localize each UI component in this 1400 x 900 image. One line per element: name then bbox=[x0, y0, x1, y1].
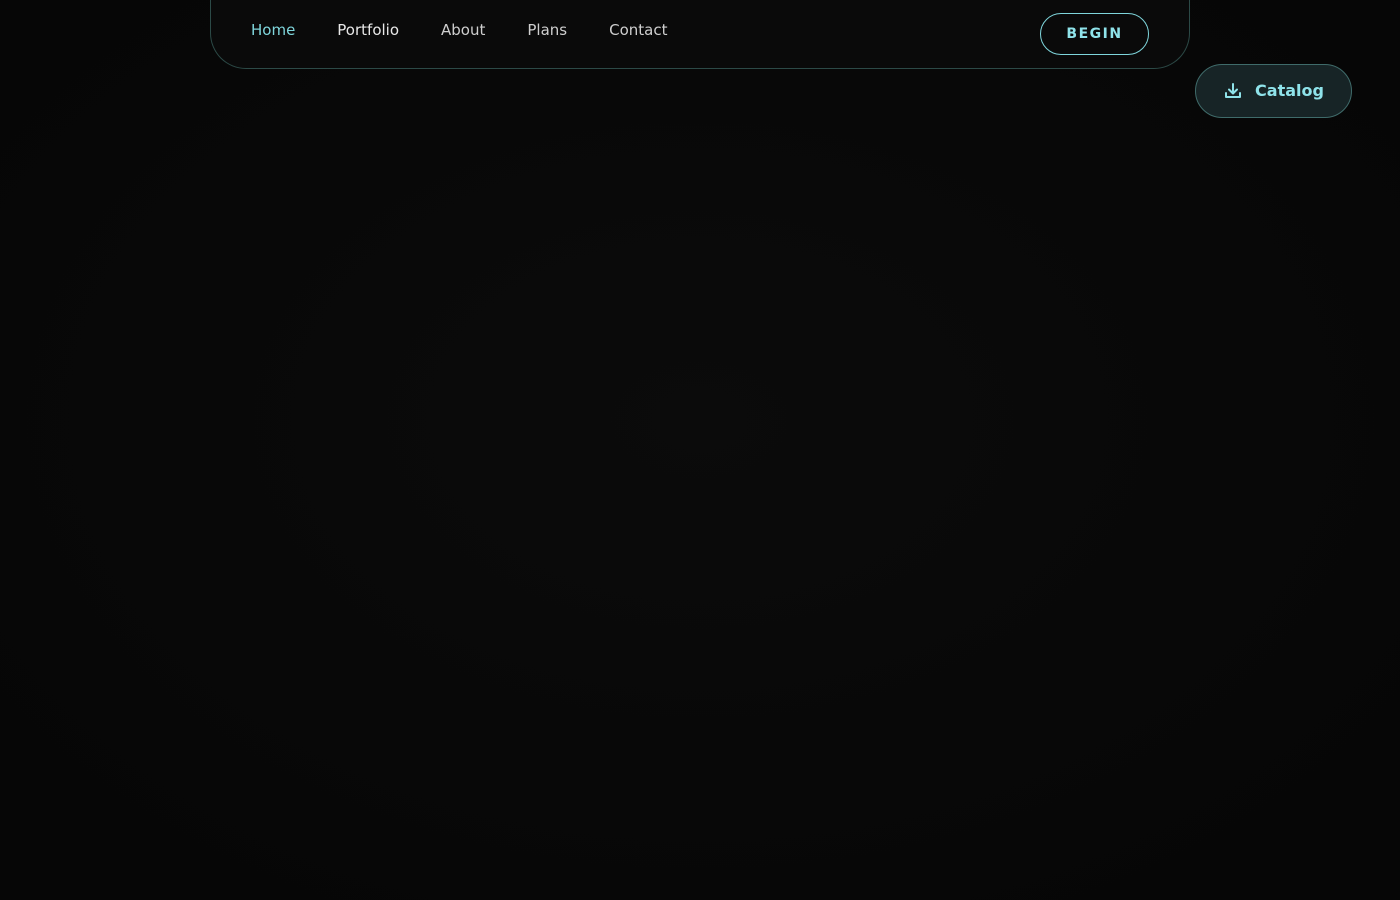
catalog-button-label: Catalog bbox=[1255, 81, 1324, 100]
nav-link-about[interactable]: About bbox=[441, 18, 485, 42]
begin-button[interactable]: BEGIN bbox=[1040, 13, 1149, 55]
nav-link-plans[interactable]: Plans bbox=[527, 18, 567, 42]
page: Home Portfolio About Plans Contact BEGIN… bbox=[0, 0, 1400, 900]
download-icon bbox=[1223, 81, 1243, 101]
nav-link-contact[interactable]: Contact bbox=[609, 18, 667, 42]
top-navbar: Home Portfolio About Plans Contact BEGIN bbox=[210, 0, 1190, 69]
nav-link-portfolio[interactable]: Portfolio bbox=[337, 18, 399, 42]
nav-links: Home Portfolio About Plans Contact bbox=[251, 18, 709, 42]
nav-link-home[interactable]: Home bbox=[251, 18, 295, 42]
catalog-button[interactable]: Catalog bbox=[1195, 64, 1352, 118]
